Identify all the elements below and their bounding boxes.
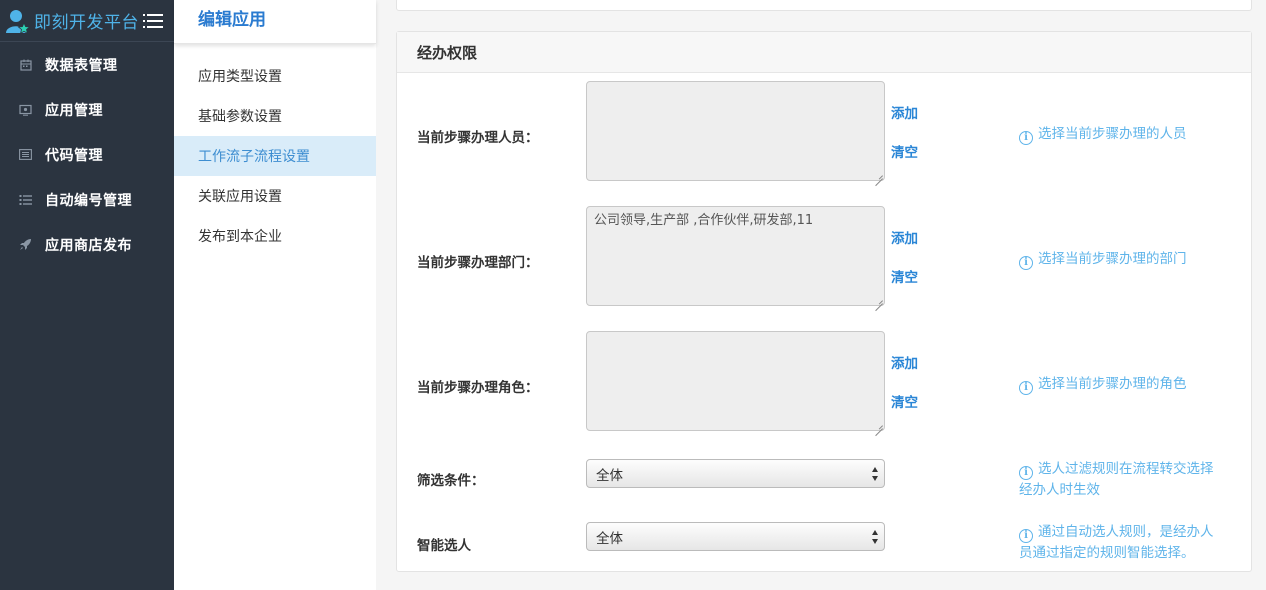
calendar-icon (19, 58, 32, 71)
hamburger-menu-icon[interactable] (143, 13, 163, 29)
sidebar-item-label: 数据表管理 (45, 57, 118, 74)
main-content: 经办权限 当前步骤办理人员： 添加 清空 i 选择当前步骤办理的人员 当前步骤办理… (376, 0, 1266, 590)
info-icon: i (1019, 131, 1033, 145)
subnav-app-type[interactable]: 应用类型设置 (174, 56, 376, 96)
select-arrows-icon (872, 467, 878, 481)
brand-bar: 即刻开发平台 (0, 0, 174, 42)
rocket-icon (19, 238, 32, 251)
previous-card (396, 0, 1252, 11)
filter-select[interactable]: 全体 (586, 459, 885, 488)
add-department-link[interactable]: 添加 (891, 227, 918, 247)
resize-grip-icon[interactable] (875, 421, 883, 429)
hint-text: 通过自动选人规则，是经办人 (1038, 524, 1214, 540)
hint-text: 选择当前步骤办理的角色 (1038, 376, 1187, 392)
list-card-icon (19, 148, 32, 161)
field-label: 智能选人 (417, 538, 471, 554)
sidebar-item-code[interactable]: 代码管理 (0, 132, 174, 177)
resize-grip-icon[interactable] (875, 171, 883, 179)
hint-text: 选择当前步骤办理的部门 (1038, 251, 1187, 267)
panel-title-text: 编辑应用 (198, 10, 266, 30)
subnav-basic-params[interactable]: 基础参数设置 (174, 96, 376, 136)
field-label: 当前步骤办理部门： (417, 255, 539, 271)
field-label: 当前步骤办理角色： (417, 380, 539, 396)
smart-select[interactable]: 全体 (586, 522, 885, 551)
select-arrows-icon (872, 530, 878, 544)
department-textarea[interactable]: 公司领导,生产部 ,合作伙伴,研发部,11 (586, 206, 885, 306)
role-textarea[interactable] (586, 331, 885, 431)
field-label: 筛选条件： (417, 473, 485, 489)
hint-text: 选择当前步骤办理的人员 (1038, 126, 1187, 142)
sidebar-item-label: 自动编号管理 (45, 192, 132, 209)
role-hint: i 选择当前步骤办理的角色 (1019, 374, 1229, 395)
sidebar-item-label: 代码管理 (45, 147, 103, 164)
clear-personnel-link[interactable]: 清空 (891, 141, 918, 161)
info-icon: i (1019, 466, 1033, 480)
info-icon: i (1019, 381, 1033, 395)
brand-title: 即刻开发平台 (34, 13, 139, 33)
sidebar-item-app-store[interactable]: 应用商店发布 (0, 222, 174, 267)
sidebar-item-label: 应用商店发布 (45, 237, 132, 254)
sidebar-item-tables[interactable]: 数据表管理 (0, 42, 174, 87)
clear-role-link[interactable]: 清空 (891, 391, 918, 411)
personnel-textarea[interactable] (586, 81, 885, 181)
subnav-workflow-subflow[interactable]: 工作流子流程设置 (174, 136, 376, 176)
subnav-publish-enterprise[interactable]: 发布到本企业 (174, 216, 376, 256)
edit-app-panel: 编辑应用 应用类型设置 基础参数设置 工作流子流程设置 关联应用设置 发布到本企… (174, 0, 376, 590)
panel-title: 编辑应用 (174, 0, 376, 44)
field-label: 当前步骤办理人员： (417, 130, 539, 146)
user-star-icon (4, 8, 31, 34)
monitor-icon (19, 103, 32, 116)
hint-text: 选人过滤规则在流程转交选择 (1038, 461, 1214, 477)
hint-text: 经办人时生效 (1019, 482, 1100, 498)
numbered-list-icon (19, 193, 32, 206)
info-icon: i (1019, 256, 1033, 270)
add-personnel-link[interactable]: 添加 (891, 102, 918, 122)
sidebar-item-auto-numbering[interactable]: 自动编号管理 (0, 177, 174, 222)
add-role-link[interactable]: 添加 (891, 352, 918, 372)
personnel-hint: i 选择当前步骤办理的人员 (1019, 124, 1229, 145)
smart-hint: i 通过自动选人规则，是经办人 员通过指定的规则智能选择。 (1019, 522, 1229, 563)
sidebar-item-apps[interactable]: 应用管理 (0, 87, 174, 132)
handling-permissions-card: 经办权限 当前步骤办理人员： 添加 清空 i 选择当前步骤办理的人员 当前步骤办理… (396, 31, 1252, 572)
hint-text: 员通过指定的规则智能选择。 (1019, 545, 1195, 561)
main-sidebar: 即刻开发平台 数据表管理 应用管理 代码管理 自动编号管理 应用商店发布 (0, 0, 174, 590)
filter-selected-value: 全体 (596, 467, 623, 484)
clear-department-link[interactable]: 清空 (891, 266, 918, 286)
resize-grip-icon[interactable] (875, 296, 883, 304)
info-icon: i (1019, 529, 1033, 543)
department-hint: i 选择当前步骤办理的部门 (1019, 249, 1229, 270)
section-title: 经办权限 (397, 32, 1251, 73)
smart-selected-value: 全体 (596, 530, 623, 547)
filter-hint: i 选人过滤规则在流程转交选择 经办人时生效 (1019, 459, 1229, 500)
subnav-related-apps[interactable]: 关联应用设置 (174, 176, 376, 216)
sidebar-item-label: 应用管理 (45, 102, 103, 119)
